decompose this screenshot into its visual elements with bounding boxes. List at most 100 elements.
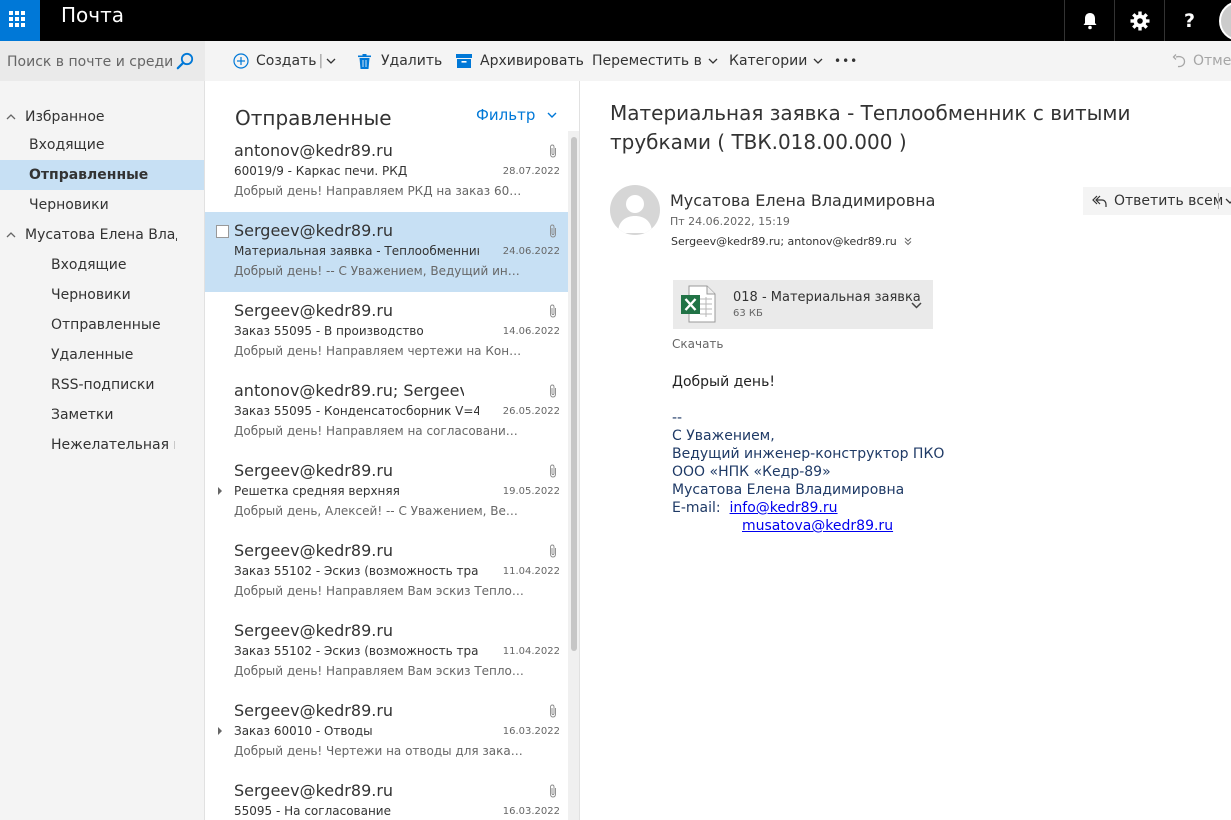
expand-recipients-icon[interactable] bbox=[904, 237, 912, 246]
plus-circle-icon bbox=[233, 53, 249, 69]
expand-conversation-icon[interactable] bbox=[218, 727, 222, 735]
archive-label: Архивировать bbox=[480, 53, 584, 69]
sent-date: Пт 24.06.2022, 15:19 bbox=[670, 215, 790, 228]
signature-line: ООО «НПК «Кедр-89» bbox=[672, 464, 831, 480]
command-bar: Создать | Удалить Архивировать Перемести… bbox=[0, 41, 1231, 81]
message-preview: Добрый день! -- С Уважением, Ведущий инж… bbox=[234, 264, 524, 278]
folder-drafts[interactable]: Черновики bbox=[51, 280, 176, 310]
message-item-selected[interactable]: Sergeev@kedr89.ru Материальная заявка - … bbox=[205, 212, 568, 292]
email-link-info[interactable]: info@kedr89.ru bbox=[730, 500, 838, 516]
message-date: 26.05.2022 bbox=[502, 406, 560, 417]
paperclip-icon bbox=[550, 304, 556, 318]
message-subject: Решетка средняя верхняя bbox=[234, 484, 400, 498]
reading-pane: Материальная заявка - Теплообменник с ви… bbox=[580, 81, 1231, 820]
attachment-card[interactable]: 018 - Материальная заявка 63 КБ bbox=[673, 280, 933, 329]
folder-notes[interactable]: Заметки bbox=[51, 400, 176, 430]
message-item[interactable]: antonov@kedr89.ru; Sergeev... Заказ 5509… bbox=[205, 372, 568, 452]
user-avatar[interactable] bbox=[1219, 0, 1231, 41]
button-divider bbox=[1218, 193, 1219, 209]
paperclip-icon bbox=[550, 544, 556, 558]
list-scrollbar[interactable] bbox=[568, 131, 579, 820]
message-item[interactable]: Sergeev@kedr89.ru Заказ 55102 - Эскиз (в… bbox=[205, 612, 568, 692]
notifications-button[interactable] bbox=[1064, 0, 1114, 41]
email-link-musatova[interactable]: musatova@kedr89.ru bbox=[742, 518, 893, 534]
message-subject: 60019/9 - Каркас печи. РКД bbox=[234, 164, 408, 178]
message-date: 24.06.2022 bbox=[502, 246, 560, 257]
message-preview: Добрый день! Направляем на согласование … bbox=[234, 424, 524, 438]
filter-button[interactable]: Фильтр bbox=[476, 106, 557, 124]
message-item[interactable]: antonov@kedr89.ru 60019/9 - Каркас печи.… bbox=[205, 132, 568, 212]
chevron-down-icon bbox=[813, 58, 823, 64]
message-sender: antonov@kedr89.ru bbox=[234, 141, 393, 160]
app-launcher-button[interactable] bbox=[0, 0, 40, 41]
chevron-down-icon[interactable] bbox=[1225, 198, 1231, 204]
recipients-line[interactable]: Sergeev@kedr89.ru; antonov@kedr89.ru bbox=[671, 235, 912, 248]
message-item[interactable]: Sergeev@kedr89.ru Заказ 60010 - Отводы 1… bbox=[205, 692, 568, 772]
email-greeting: Добрый день! bbox=[672, 374, 775, 390]
new-message-label: Создать bbox=[256, 53, 317, 69]
attachment-name: 018 - Материальная заявка bbox=[733, 290, 921, 305]
scrollbar-thumb[interactable] bbox=[571, 137, 577, 651]
signature-dash: -- bbox=[672, 410, 683, 426]
favorite-sent[interactable]: Отправленные bbox=[0, 160, 204, 190]
message-checkbox[interactable] bbox=[216, 225, 229, 238]
app-title[interactable]: Почта bbox=[61, 2, 124, 28]
download-link[interactable]: Скачать bbox=[672, 337, 724, 351]
message-preview: Добрый день! Чертежи на отводы для заказ… bbox=[234, 744, 524, 758]
delete-button[interactable]: Удалить bbox=[358, 41, 442, 81]
message-sender: Sergeev@kedr89.ru bbox=[234, 621, 394, 640]
sender-avatar[interactable] bbox=[610, 185, 660, 235]
paperclip-icon bbox=[550, 144, 556, 158]
reply-all-button[interactable]: Ответить всем bbox=[1083, 187, 1231, 215]
more-options-button[interactable]: ••• bbox=[834, 41, 858, 81]
message-preview: Добрый день! Направляем Вам эскиз Теплоо… bbox=[234, 664, 524, 678]
chevron-up-icon[interactable] bbox=[6, 230, 16, 240]
folder-sent[interactable]: Отправленные bbox=[51, 310, 176, 340]
favorite-inbox[interactable]: Входящие bbox=[0, 130, 204, 160]
message-sender: antonov@kedr89.ru; Sergeev... bbox=[234, 381, 464, 400]
paperclip-icon bbox=[550, 464, 556, 478]
archive-button[interactable]: Архивировать bbox=[456, 41, 584, 81]
search-icon[interactable] bbox=[176, 52, 194, 70]
message-list: Отправленные Фильтр antonov@kedr89.ru 60… bbox=[205, 81, 580, 820]
chevron-down-icon bbox=[708, 58, 718, 64]
signature-line: Ведущий инженер-конструктор ПКО bbox=[672, 446, 945, 462]
paperclip-icon bbox=[550, 784, 556, 798]
chevron-down-icon[interactable] bbox=[326, 58, 336, 64]
gear-icon bbox=[1130, 11, 1149, 30]
favorite-drafts[interactable]: Черновики bbox=[0, 190, 204, 220]
help-button[interactable]: ? bbox=[1164, 0, 1214, 41]
message-item[interactable]: Sergeev@kedr89.ru Заказ 55102 - Эскиз (в… bbox=[205, 532, 568, 612]
chevron-up-icon[interactable] bbox=[6, 112, 16, 122]
folder-junk[interactable]: Нежелательная почта bbox=[51, 430, 175, 460]
paperclip-icon bbox=[550, 704, 556, 718]
email-subject: Материальная заявка - Теплообменник с ви… bbox=[610, 101, 1131, 154]
folder-inbox[interactable]: Входящие bbox=[51, 250, 176, 280]
folder-rss[interactable]: RSS-подписки bbox=[51, 370, 176, 400]
sender-name[interactable]: Мусатова Елена Владимировна bbox=[670, 191, 935, 210]
message-item[interactable]: Sergeev@kedr89.ru Решетка средняя верхня… bbox=[205, 452, 568, 532]
folder-deleted[interactable]: Удаленные bbox=[51, 340, 176, 370]
search-input[interactable] bbox=[7, 53, 172, 71]
account-header[interactable]: Мусатова Елена Владимировна bbox=[25, 220, 177, 250]
categories-label: Категории bbox=[729, 53, 808, 69]
expand-conversation-icon[interactable] bbox=[218, 487, 222, 495]
delete-label: Удалить bbox=[381, 53, 443, 69]
undo-button[interactable]: Отменить bbox=[1172, 41, 1231, 81]
favorites-header[interactable]: Избранное bbox=[25, 102, 200, 132]
settings-button[interactable] bbox=[1114, 0, 1164, 41]
message-sender: Sergeev@kedr89.ru bbox=[234, 701, 394, 720]
move-to-button[interactable]: Переместить в bbox=[592, 41, 718, 81]
undo-label: Отменить bbox=[1193, 53, 1231, 69]
person-icon bbox=[618, 195, 652, 233]
message-item[interactable]: Sergeev@kedr89.ru 55095 - На согласовани… bbox=[205, 772, 568, 820]
message-sender: Sergeev@kedr89.ru bbox=[234, 461, 394, 480]
new-message-button[interactable]: Создать | bbox=[233, 41, 336, 81]
top-bar: Почта ? bbox=[0, 0, 1231, 41]
chevron-down-icon[interactable] bbox=[911, 302, 922, 309]
archive-icon bbox=[456, 54, 472, 68]
message-subject: Заказ 55095 - В производство bbox=[234, 324, 424, 338]
signature-line: Мусатова Елена Владимировна bbox=[672, 482, 905, 498]
categories-button[interactable]: Категории bbox=[729, 41, 823, 81]
message-item[interactable]: Sergeev@kedr89.ru Заказ 55095 - В произв… bbox=[205, 292, 568, 372]
